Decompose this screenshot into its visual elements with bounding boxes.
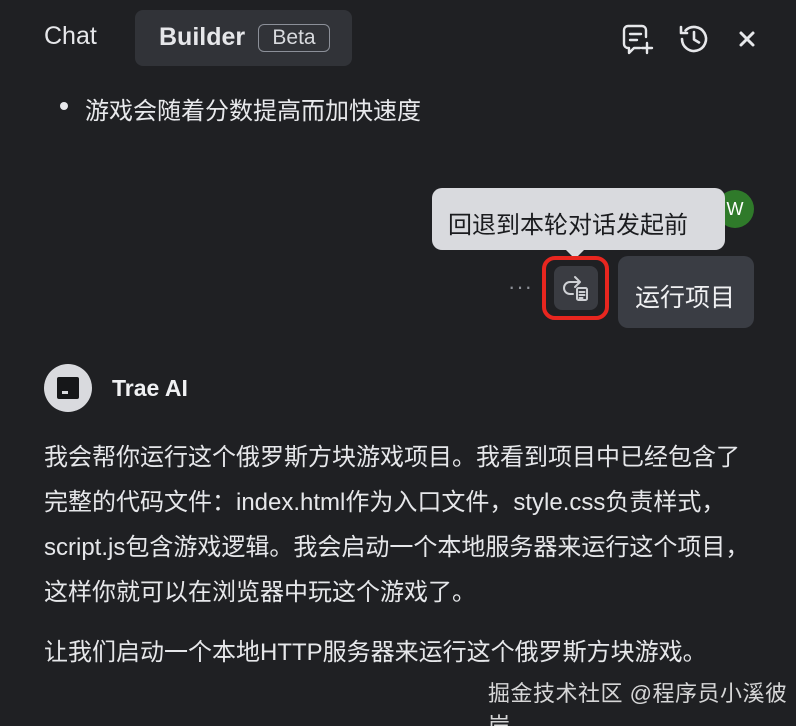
tab-builder-label: Builder — [159, 23, 246, 51]
more-options-button[interactable]: ··· — [508, 274, 533, 300]
tab-chat[interactable]: Chat — [44, 22, 97, 51]
rollback-button[interactable] — [542, 256, 609, 320]
beta-badge: Beta — [258, 24, 330, 52]
user-message-text: 运行项目 — [635, 284, 736, 312]
history-icon[interactable] — [677, 22, 711, 56]
tooltip-text: 回退到本轮对话发起前 — [448, 212, 688, 239]
watermark: 掘金技术社区 @程序员小溪彼岸 — [488, 681, 788, 726]
bullet-item: 游戏会随着分数提高而加快速度 — [85, 98, 421, 125]
trae-logo-icon — [57, 377, 79, 399]
chat-panel: Chat Builder Beta 游戏会随着分数提高而加快速度 W 回退到本轮… — [0, 0, 796, 726]
rollback-tooltip: 回退到本轮对话发起前 — [432, 188, 725, 250]
header: Chat Builder Beta — [0, 0, 796, 78]
ai-paragraph: 让我们启动一个本地HTTP服务器来运行这个俄罗斯方块游戏。 — [44, 639, 707, 666]
ai-avatar — [44, 364, 92, 412]
close-icon[interactable] — [733, 25, 761, 53]
new-chat-icon[interactable] — [620, 22, 654, 56]
ai-paragraph: 我会帮你运行这个俄罗斯方块游戏项目。我看到项目中已经包含了完整的代码文件：ind… — [44, 444, 750, 606]
bullet-dot — [60, 102, 68, 110]
ai-name: Trae AI — [112, 375, 188, 401]
user-message-bubble: 运行项目 — [618, 256, 754, 328]
rollback-icon — [554, 266, 598, 310]
tab-builder[interactable]: Builder Beta — [135, 10, 352, 66]
